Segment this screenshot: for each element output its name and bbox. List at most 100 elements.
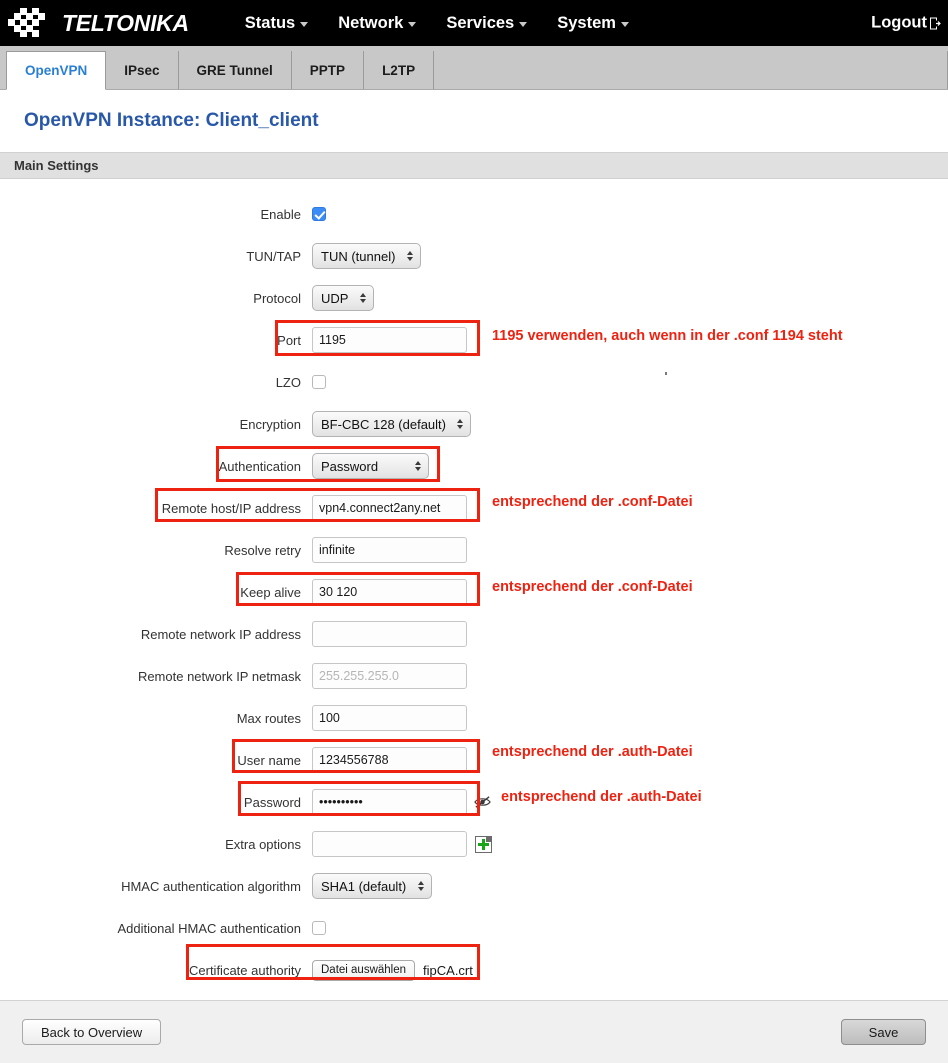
label-keep-alive: Keep alive <box>240 584 301 600</box>
menu-item-system-label: System <box>557 13 616 32</box>
tuntap-select[interactable]: TUN (tunnel) <box>312 243 421 269</box>
tab-pptp[interactable]: PPTP <box>291 51 365 89</box>
label-port: Port <box>277 332 301 348</box>
max-routes-input[interactable] <box>312 705 467 731</box>
save-button[interactable]: Save <box>841 1019 926 1045</box>
row-tuntap: TUN/TAP TUN (tunnel) <box>0 235 948 277</box>
row-extra-options: Extra options <box>0 823 948 865</box>
row-resolve-retry: Resolve retry <box>0 529 948 571</box>
menu-item-status[interactable]: Status <box>244 13 309 33</box>
row-enable: Enable <box>0 193 948 235</box>
logout-icon <box>930 17 941 29</box>
row-user-name: User name <box>0 739 948 781</box>
dust-speck <box>665 372 667 375</box>
menu-item-system[interactable]: System <box>557 14 629 33</box>
row-authentication: Authentication Password <box>0 445 948 487</box>
label-user-name: User name <box>237 752 301 768</box>
lzo-checkbox[interactable] <box>312 375 326 389</box>
logout-button[interactable]: Logout <box>871 14 942 33</box>
row-remote-network-netmask: Remote network IP netmask <box>0 655 948 697</box>
row-remote-network-ip: Remote network IP address <box>0 613 948 655</box>
annotation-text-remote-host: entsprechend der .conf-Datei <box>492 494 693 510</box>
main-settings-form: Enable TUN/TAP TUN (tunnel) Protocol UDP <box>0 179 948 991</box>
row-hmac-algorithm: HMAC authentication algorithm SHA1 (defa… <box>0 865 948 907</box>
label-authentication: Authentication <box>218 458 301 474</box>
password-input[interactable] <box>312 789 467 815</box>
user-name-input[interactable] <box>312 747 467 773</box>
resolve-retry-input[interactable] <box>312 537 467 563</box>
label-remote-network-netmask: Remote network IP netmask <box>137 668 301 684</box>
label-certificate-authority: Certificate authority <box>189 962 301 978</box>
enable-checkbox[interactable] <box>312 207 326 221</box>
certificate-authority-file-button[interactable]: Datei auswählen <box>312 959 416 981</box>
label-protocol: Protocol <box>253 290 301 306</box>
annotation-text-keep-alive: entsprechend der .conf-Datei <box>492 579 693 595</box>
tab-strip-filler <box>434 51 948 89</box>
row-lzo: LZO <box>0 361 948 403</box>
authentication-select-wrap: Password <box>312 453 429 479</box>
hmac-algorithm-select-wrap: SHA1 (default) <box>312 873 432 899</box>
remote-host-input[interactable] <box>312 495 467 521</box>
row-max-routes: Max routes <box>0 697 948 739</box>
row-encryption: Encryption BF-CBC 128 (default) <box>0 403 948 445</box>
row-remote-host: Remote host/IP address <box>0 487 948 529</box>
annotation-text-password: entsprechend der .auth-Datei <box>501 789 702 805</box>
add-extra-option-button[interactable] <box>475 835 492 853</box>
menu-item-network[interactable]: Network <box>338 13 417 33</box>
menu-item-services[interactable]: Services <box>446 13 528 33</box>
protocol-select[interactable]: UDP <box>312 285 374 311</box>
port-input[interactable] <box>312 327 467 353</box>
label-encryption: Encryption <box>239 416 301 432</box>
tuntap-select-wrap: TUN (tunnel) <box>312 243 421 269</box>
section-header-main-settings: Main Settings <box>0 152 948 179</box>
brand-name: TELTONIKA <box>62 9 189 36</box>
menu-item-services-label: Services <box>446 13 515 32</box>
tab-ipsec-label: IPsec <box>124 62 160 78</box>
label-hmac-algorithm: HMAC authentication algorithm <box>121 878 301 894</box>
teltonika-logo-icon <box>8 8 45 37</box>
certificate-authority-filename: fipCA.crt <box>423 962 473 978</box>
chevron-down-icon <box>519 22 528 27</box>
row-protocol: Protocol UDP <box>0 277 948 319</box>
menu-item-network-label: Network <box>338 13 404 32</box>
remote-network-ip-input[interactable] <box>312 621 467 647</box>
extra-options-input[interactable] <box>312 831 467 857</box>
label-remote-network-ip: Remote network IP address <box>140 626 301 642</box>
keep-alive-input[interactable] <box>312 579 467 605</box>
row-keep-alive: Keep alive <box>0 571 948 613</box>
protocol-select-wrap: UDP <box>312 285 374 311</box>
tab-ipsec[interactable]: IPsec <box>106 51 179 89</box>
label-lzo: LZO <box>275 374 301 390</box>
tab-openvpn-label: OpenVPN <box>25 63 88 78</box>
page-title: OpenVPN Instance: Client_client <box>24 110 319 131</box>
tab-l2tp[interactable]: L2TP <box>364 51 435 89</box>
encryption-select-wrap: BF-CBC 128 (default) <box>312 411 471 437</box>
hmac-algorithm-select[interactable]: SHA1 (default) <box>312 873 432 899</box>
tab-openvpn[interactable]: OpenVPN <box>6 51 107 90</box>
top-navigation-bar: TELTONIKA Status Network Services System… <box>0 0 948 46</box>
annotation-text-user-name: entsprechend der .auth-Datei <box>492 744 693 760</box>
menu-item-status-label: Status <box>244 13 296 32</box>
chevron-down-icon <box>300 22 309 27</box>
back-to-overview-button[interactable]: Back to Overview <box>22 1019 162 1045</box>
chevron-down-icon <box>408 22 417 27</box>
row-certificate-authority: Certificate authority Datei auswählen fi… <box>0 949 948 991</box>
chevron-down-icon <box>620 22 629 27</box>
authentication-select[interactable]: Password <box>312 453 429 479</box>
tab-pptp-label: PPTP <box>309 62 346 78</box>
label-remote-host: Remote host/IP address <box>161 500 301 516</box>
plus-icon-horizontal <box>478 842 489 846</box>
vpn-tab-strip: OpenVPN IPsec GRE Tunnel PPTP L2TP <box>0 46 948 90</box>
label-max-routes: Max routes <box>236 710 301 726</box>
row-password: Password <box>0 781 948 823</box>
label-extra-options: Extra options <box>225 836 301 852</box>
eye-slash-icon[interactable] <box>474 795 491 809</box>
label-additional-hmac: Additional HMAC authentication <box>117 920 301 936</box>
additional-hmac-checkbox[interactable] <box>312 921 326 935</box>
label-password: Password <box>243 794 301 810</box>
form-footer: Back to Overview Save <box>0 1000 948 1063</box>
tab-gre-tunnel[interactable]: GRE Tunnel <box>178 51 292 89</box>
annotation-text-port: 1195 verwenden, auch wenn in der .conf 1… <box>492 328 843 344</box>
remote-network-netmask-input[interactable] <box>312 663 467 689</box>
encryption-select[interactable]: BF-CBC 128 (default) <box>312 411 471 437</box>
